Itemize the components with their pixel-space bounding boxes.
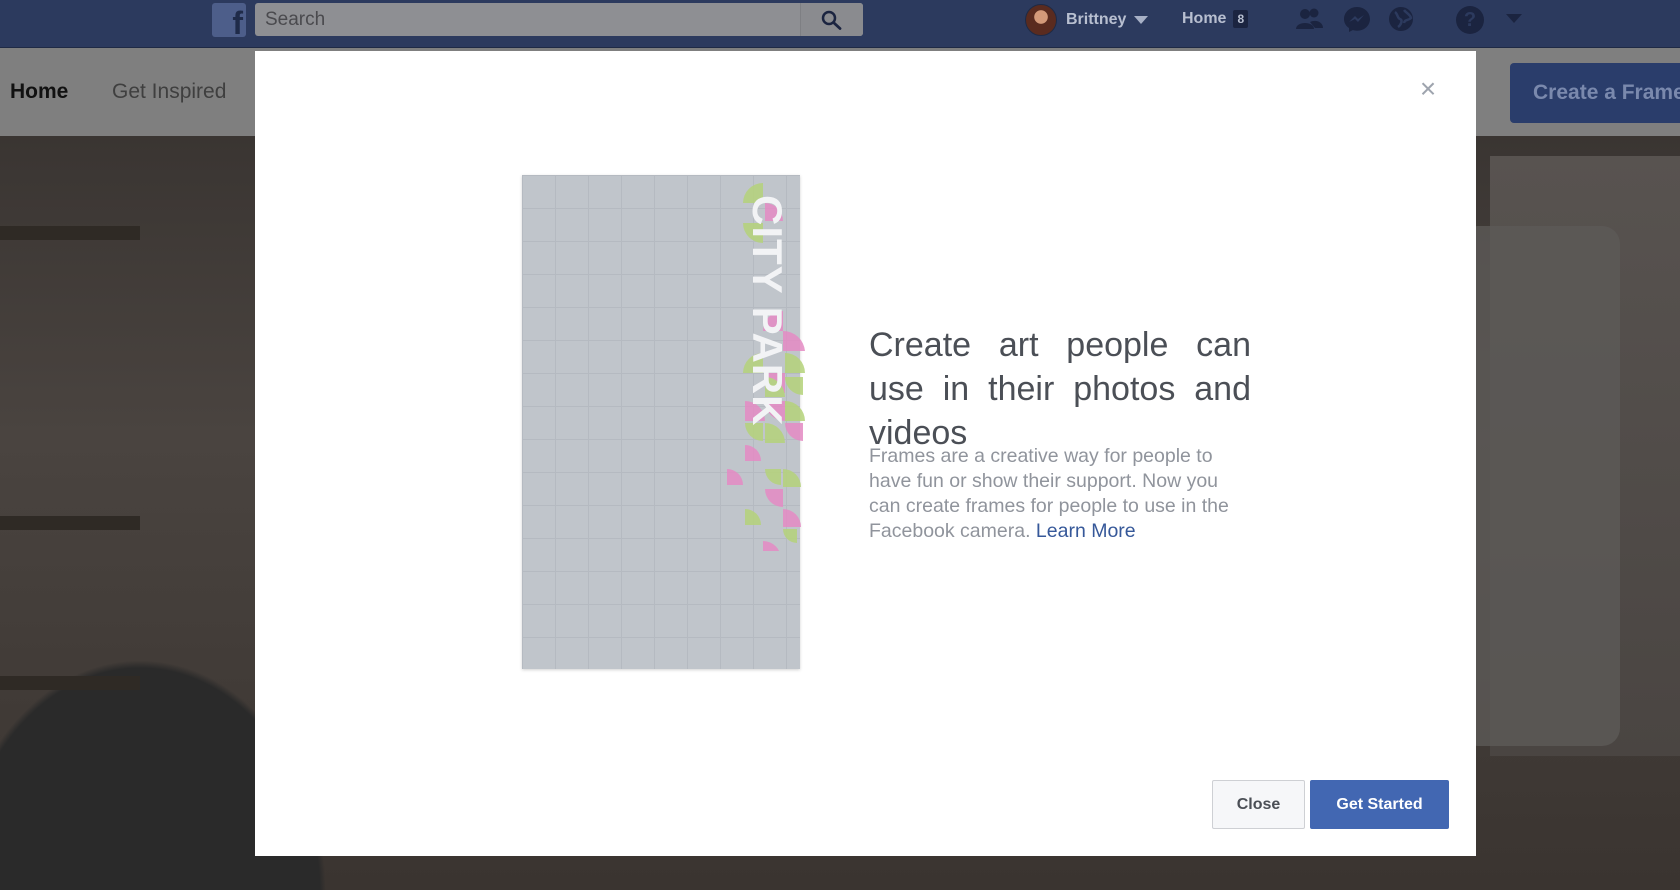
profile-link[interactable]: Brittney (1025, 3, 1149, 36)
search-bar (255, 3, 863, 36)
notifications-globe-icon[interactable] (1386, 5, 1416, 33)
profile-name: Brittney (1066, 10, 1127, 28)
chevron-down-icon[interactable] (1506, 14, 1522, 23)
shelf-decoration (0, 676, 140, 690)
dialog-description: Frames are a creative way for people to … (869, 444, 1251, 544)
get-started-button[interactable]: Get Started (1310, 780, 1449, 829)
subnav-get-inspired-tab[interactable]: Get Inspired (112, 80, 226, 104)
shelf-decoration (0, 516, 140, 530)
facebook-logo[interactable]: f (212, 3, 246, 37)
monitor-decoration (1460, 226, 1620, 746)
chevron-down-icon (1134, 15, 1149, 24)
top-navigation-bar: f Brittney Home 8 ? (0, 0, 1680, 48)
messenger-icon[interactable] (1342, 5, 1372, 33)
close-button[interactable]: Close (1212, 780, 1305, 829)
home-link-label: Home (1182, 10, 1227, 27)
search-button[interactable] (800, 3, 863, 36)
help-icon[interactable]: ? (1456, 6, 1484, 34)
create-frame-button[interactable]: Create a Frame (1510, 63, 1680, 123)
close-icon[interactable]: × (1416, 75, 1440, 103)
profile-avatar (1025, 3, 1057, 36)
search-input[interactable] (255, 3, 800, 36)
home-notification-count: 8 (1233, 10, 1249, 28)
frame-art-text: CITY PARK (744, 195, 791, 426)
subnav-home-tab[interactable]: Home (10, 80, 68, 104)
dialog-headline: Create art people can use in their photo… (869, 326, 1251, 452)
shelf-decoration (0, 226, 140, 240)
city-park-frame-art: CITY PARK (727, 183, 805, 551)
friends-icon[interactable] (1294, 5, 1324, 33)
learn-more-link[interactable]: Learn More (1036, 520, 1136, 542)
search-icon (821, 10, 842, 30)
home-link[interactable]: Home 8 (1182, 8, 1249, 30)
frames-intro-dialog: × CITY PARK Create art people can use in… (255, 51, 1476, 856)
